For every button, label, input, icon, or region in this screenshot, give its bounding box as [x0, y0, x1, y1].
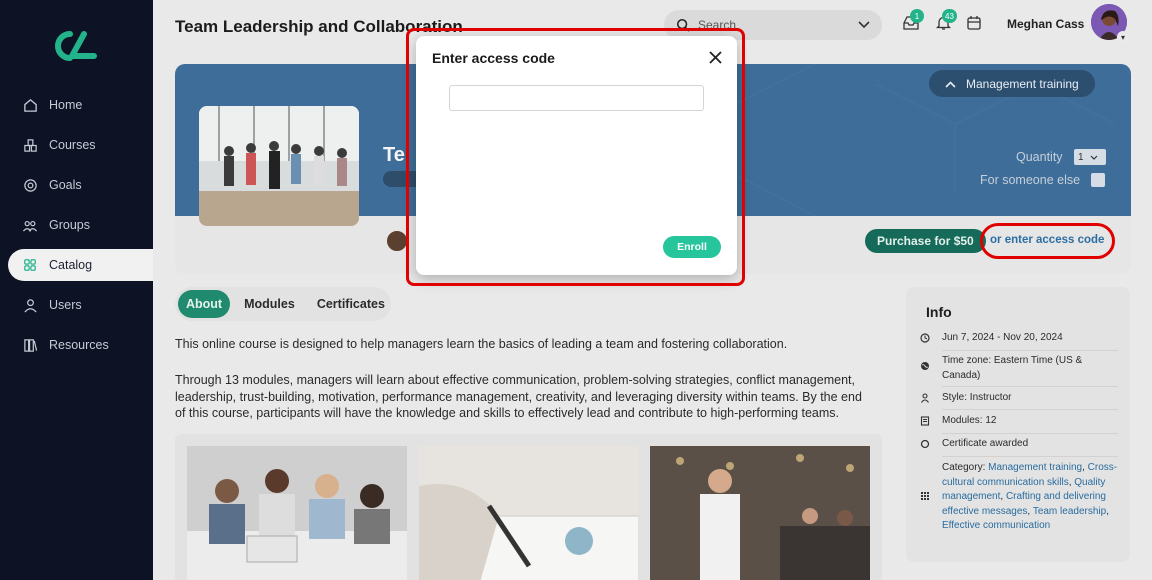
quantity-label: Quantity [1016, 150, 1063, 164]
course-description-intro: This online course is designed to help m… [175, 337, 788, 351]
chevron-down-icon[interactable]: ▾ [1117, 31, 1129, 43]
divider [942, 350, 1118, 351]
category-pill-label: Management training [966, 76, 1079, 91]
clock-icon [920, 331, 942, 346]
modules-icon [920, 414, 942, 429]
sidebar-item-label: Catalog [49, 258, 93, 272]
resources-icon [22, 337, 38, 353]
sidebar-item-label: Home [49, 98, 83, 112]
inbox-button[interactable]: 1 [902, 9, 924, 34]
divider [942, 386, 1118, 387]
sidebar-item-goals[interactable]: Goals [8, 169, 153, 201]
course-cover-image [199, 106, 359, 226]
sidebar-item-label: Goals [49, 178, 82, 192]
certificate-icon [920, 437, 942, 452]
groups-icon [22, 217, 38, 233]
divider [942, 433, 1118, 434]
users-icon [22, 297, 38, 313]
sidebar-item-catalog[interactable]: Catalog [8, 249, 153, 281]
course-tabs: About Modules Certificates [175, 287, 391, 321]
globe-icon [920, 354, 942, 383]
quantity-select[interactable]: 1 [1074, 149, 1106, 165]
category-pill[interactable]: Management training [929, 70, 1095, 97]
category-link[interactable]: Effective communication [942, 520, 1050, 531]
user-name[interactable]: Meghan Cass [1007, 17, 1084, 31]
home-icon [22, 97, 38, 113]
info-certificate-text: Certificate awarded [942, 438, 1029, 449]
info-certificate: Certificate awarded [920, 437, 1120, 452]
modal-highlight [406, 28, 745, 286]
info-category-text: Category: Management training, Cross-cul… [942, 462, 1118, 531]
for-someone-else-checkbox[interactable] [1091, 173, 1105, 187]
notifications-button[interactable]: 43 [934, 9, 957, 34]
chevron-down-icon [1090, 152, 1098, 163]
gallery-image[interactable] [650, 446, 870, 580]
info-modules: Modules: 12 [920, 414, 1120, 429]
info-title: Info [926, 304, 952, 320]
for-someone-else-label: For someone else [980, 173, 1081, 187]
sidebar-item-groups[interactable]: Groups [8, 209, 153, 241]
banner-course-title: Te [383, 144, 405, 166]
info-style: Style: Instructor [920, 391, 1120, 406]
divider [942, 456, 1118, 457]
info-timezone-text: Time zone: Eastern Time (US & Canada) [942, 355, 1083, 381]
tab-modules[interactable]: Modules [236, 290, 303, 318]
category-icon [920, 461, 942, 534]
tab-about[interactable]: About [178, 290, 231, 318]
course-gallery [175, 434, 882, 580]
calendar-button[interactable] [965, 16, 983, 34]
sidebar-item-resources[interactable]: Resources [8, 329, 153, 361]
info-dates-text: Jun 7, 2024 - Nov 20, 2024 [942, 332, 1063, 343]
category-link[interactable]: Management training [988, 462, 1082, 473]
sidebar-item-label: Courses [49, 138, 96, 152]
chevron-down-icon[interactable] [858, 18, 870, 32]
calendar-icon [967, 15, 981, 35]
brand-logo[interactable] [54, 30, 98, 62]
courses-icon [22, 137, 38, 153]
gallery-image[interactable] [187, 446, 407, 580]
inbox-badge: 1 [910, 9, 924, 23]
sidebar-item-label: Groups [49, 218, 90, 232]
notifications-badge: 43 [942, 9, 957, 23]
quantity-value: 1 [1078, 151, 1084, 163]
sidebar-item-label: Users [49, 298, 82, 312]
gallery-image[interactable] [419, 446, 639, 580]
category-label: Category: [942, 462, 986, 473]
purchase-button[interactable]: Purchase for $50 [865, 229, 986, 253]
info-style-text: Style: Instructor [942, 392, 1012, 403]
sidebar-item-label: Resources [49, 338, 109, 352]
sidebar-item-users[interactable]: Users [8, 289, 153, 321]
info-category: Category: Management training, Cross-cul… [920, 461, 1120, 534]
chevron-up-icon [945, 77, 956, 91]
course-description-details: Through 13 modules, managers will learn … [175, 373, 862, 420]
info-dates: Jun 7, 2024 - Nov 20, 2024 [920, 331, 1120, 346]
category-link[interactable]: Team leadership [1033, 506, 1106, 517]
sidebar-item-home[interactable]: Home [8, 89, 153, 121]
tab-certificates[interactable]: Certificates [309, 290, 393, 318]
access-code-highlight [980, 223, 1115, 259]
info-panel: Info Jun 7, 2024 - Nov 20, 2024 Time zon… [906, 287, 1130, 562]
catalog-icon [22, 257, 38, 273]
person-icon [920, 391, 942, 406]
info-timezone: Time zone: Eastern Time (US & Canada) [920, 354, 1120, 383]
info-modules-text: Modules: 12 [942, 415, 997, 426]
sidebar: Home Courses Goals Groups Catalog Users … [0, 0, 153, 580]
divider [942, 409, 1118, 410]
goals-icon [22, 177, 38, 193]
sidebar-item-courses[interactable]: Courses [8, 129, 153, 161]
